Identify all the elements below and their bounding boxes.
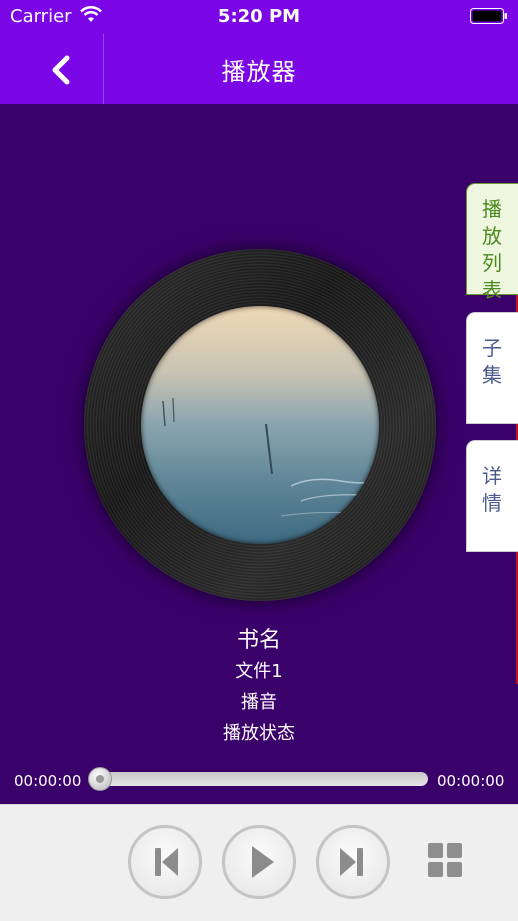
skip-next-icon [340,848,363,876]
tab-details[interactable]: 详 情 [466,440,518,552]
album-cover [141,306,379,544]
tab-playlist-label: 播 放 列 表 [482,197,502,302]
previous-button[interactable] [128,825,202,899]
progress-slider[interactable] [90,772,428,786]
file-name: 文件1 [235,661,283,682]
play-icon [252,846,274,878]
play-state-label: 播放状态 [223,723,295,744]
tab-details-label: 详 情 [482,464,502,515]
book-title: 书名 [236,628,281,653]
page-title: 播放器 [221,58,297,86]
narrator-label: 播音 [241,692,277,713]
status-time: 5:20 PM [217,6,301,27]
play-button[interactable] [222,825,296,899]
tab-playlist[interactable]: 播 放 列 表 [466,183,518,302]
elapsed-time: 00:00:00 [14,772,82,790]
skip-previous-icon [155,848,178,876]
status-bar: Carrier 5:20 PM [0,0,518,34]
tab-episodes-label: 子 集 [482,336,502,387]
tab-episodes[interactable]: 子 集 [466,312,518,424]
battery-icon [470,8,507,24]
cover-scenery [162,397,379,517]
vinyl-record [84,249,436,601]
total-time: 00:00:00 [437,772,505,790]
slider-thumb[interactable] [88,767,112,791]
grid-button[interactable] [428,843,464,879]
next-button[interactable] [316,825,390,899]
nav-bar: 播放器 [0,34,518,104]
